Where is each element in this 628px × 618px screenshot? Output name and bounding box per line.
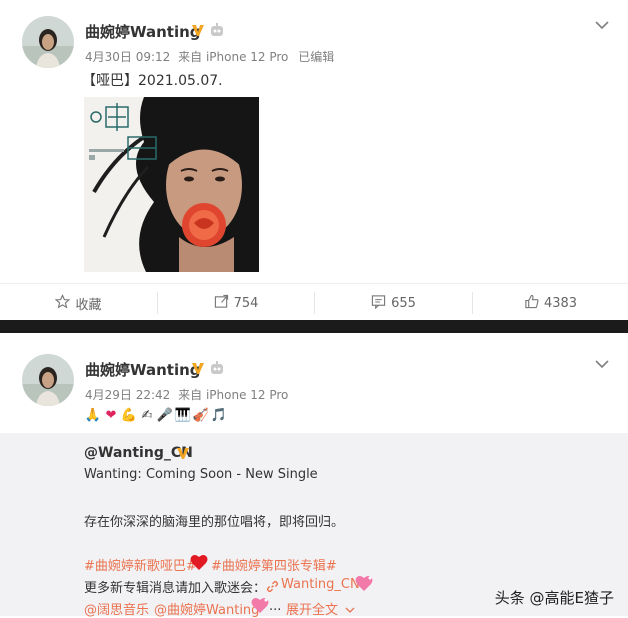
watermark-text: 头条 @高能E猹子 xyxy=(494,589,614,607)
author-avatar[interactable] xyxy=(22,16,74,68)
post-source: 来自 iPhone 12 Pro xyxy=(178,50,289,64)
weibo-post-1: 曲婉婷Wanting 4月30日 09:12 来自 iPhone 12 Pro … xyxy=(0,0,628,320)
chevron-down-icon[interactable] xyxy=(595,354,609,373)
ellipsis: ... xyxy=(269,599,282,614)
robot-badge-icon xyxy=(209,360,225,380)
verified-badge-icon xyxy=(190,360,206,380)
edited-label[interactable]: 已编辑 xyxy=(298,50,334,64)
favorite-button[interactable]: 收藏 xyxy=(0,284,157,322)
microphone-emoji: 🎤 xyxy=(156,407,174,423)
mention-link[interactable]: @阔思音乐 xyxy=(84,599,149,618)
emoji-row: 🙏 ❤ 💪 ✍ 🎤 🎹 🎻 🎵 xyxy=(85,407,227,423)
music-notes-emoji: 🎵 xyxy=(210,407,228,423)
repost-line-1: Wanting: Coming Soon - New Single xyxy=(84,467,318,482)
flexed-biceps-emoji: 💪 xyxy=(120,407,138,423)
link-icon xyxy=(266,578,279,597)
praying-hands-emoji: 🙏 xyxy=(84,407,102,423)
comment-icon xyxy=(371,294,386,313)
thumbs-up-icon xyxy=(524,294,539,313)
like-count: 4383 xyxy=(543,295,578,311)
repost-line-2: 存在你深深的脑海里的那位唱将，即将回归。 xyxy=(84,515,345,530)
repost-icon xyxy=(214,294,229,313)
hashtag-link[interactable]: #曲婉婷第四张专辑# xyxy=(211,555,337,574)
post-image[interactable] xyxy=(84,97,259,272)
toutiao-watermark: 头条 @高能E猹子 xyxy=(495,587,614,608)
feed-separator xyxy=(0,320,628,333)
author-avatar[interactable] xyxy=(22,354,74,406)
chevron-down-icon xyxy=(345,607,355,613)
like-button[interactable]: 4383 xyxy=(473,284,628,322)
author-name[interactable]: 曲婉婷Wanting xyxy=(85,359,201,380)
comment-count: 655 xyxy=(391,295,416,311)
post-text: 【哑巴】2021.05.07. xyxy=(82,73,223,89)
sparkling-heart-icon xyxy=(355,575,373,596)
fanclub-prompt: 更多新专辑消息请加入歌迷会： xyxy=(84,581,267,596)
writing-hand-emoji: ✍ xyxy=(141,407,153,423)
chevron-down-icon[interactable] xyxy=(595,15,609,34)
sparkling-heart-icon xyxy=(251,597,269,618)
repost-count: 754 xyxy=(233,295,259,311)
reposted-content[interactable]: @Wanting_CN Wanting: Coming Soon - New S… xyxy=(0,433,628,618)
action-bar: 收藏 754 655 4383 xyxy=(0,283,628,322)
post-meta: 4月29日 22:42 来自 iPhone 12 Pro xyxy=(85,386,288,403)
expand-full-text-link[interactable]: 展开全文 xyxy=(286,599,355,618)
piano-emoji: 🎹 xyxy=(174,407,192,423)
heart-emoji: ❤ xyxy=(105,407,117,423)
star-icon xyxy=(55,293,71,313)
verified-badge-icon xyxy=(190,22,206,42)
red-heart-icon xyxy=(190,554,208,575)
mention-link[interactable]: @曲婉婷Wanting xyxy=(154,599,259,618)
post-source: 来自 iPhone 12 Pro xyxy=(178,388,289,402)
post-date[interactable]: 4月30日 09:12 xyxy=(85,50,170,64)
hashtag-link[interactable]: #曲婉婷新歌哑巴# xyxy=(84,555,197,574)
violin-emoji: 🎻 xyxy=(192,407,210,423)
robot-badge-icon xyxy=(209,22,225,42)
author-name[interactable]: 曲婉婷Wanting xyxy=(85,21,201,42)
fanclub-link[interactable]: Wanting_CN xyxy=(281,577,360,592)
favorite-label: 收藏 xyxy=(75,297,102,313)
verified-badge-icon xyxy=(175,445,191,465)
repost-button[interactable]: 754 xyxy=(158,284,314,322)
post-meta: 4月30日 09:12 来自 iPhone 12 Pro 已编辑 xyxy=(85,48,334,65)
post-date[interactable]: 4月29日 22:42 xyxy=(85,388,170,402)
comment-button[interactable]: 655 xyxy=(315,284,472,322)
